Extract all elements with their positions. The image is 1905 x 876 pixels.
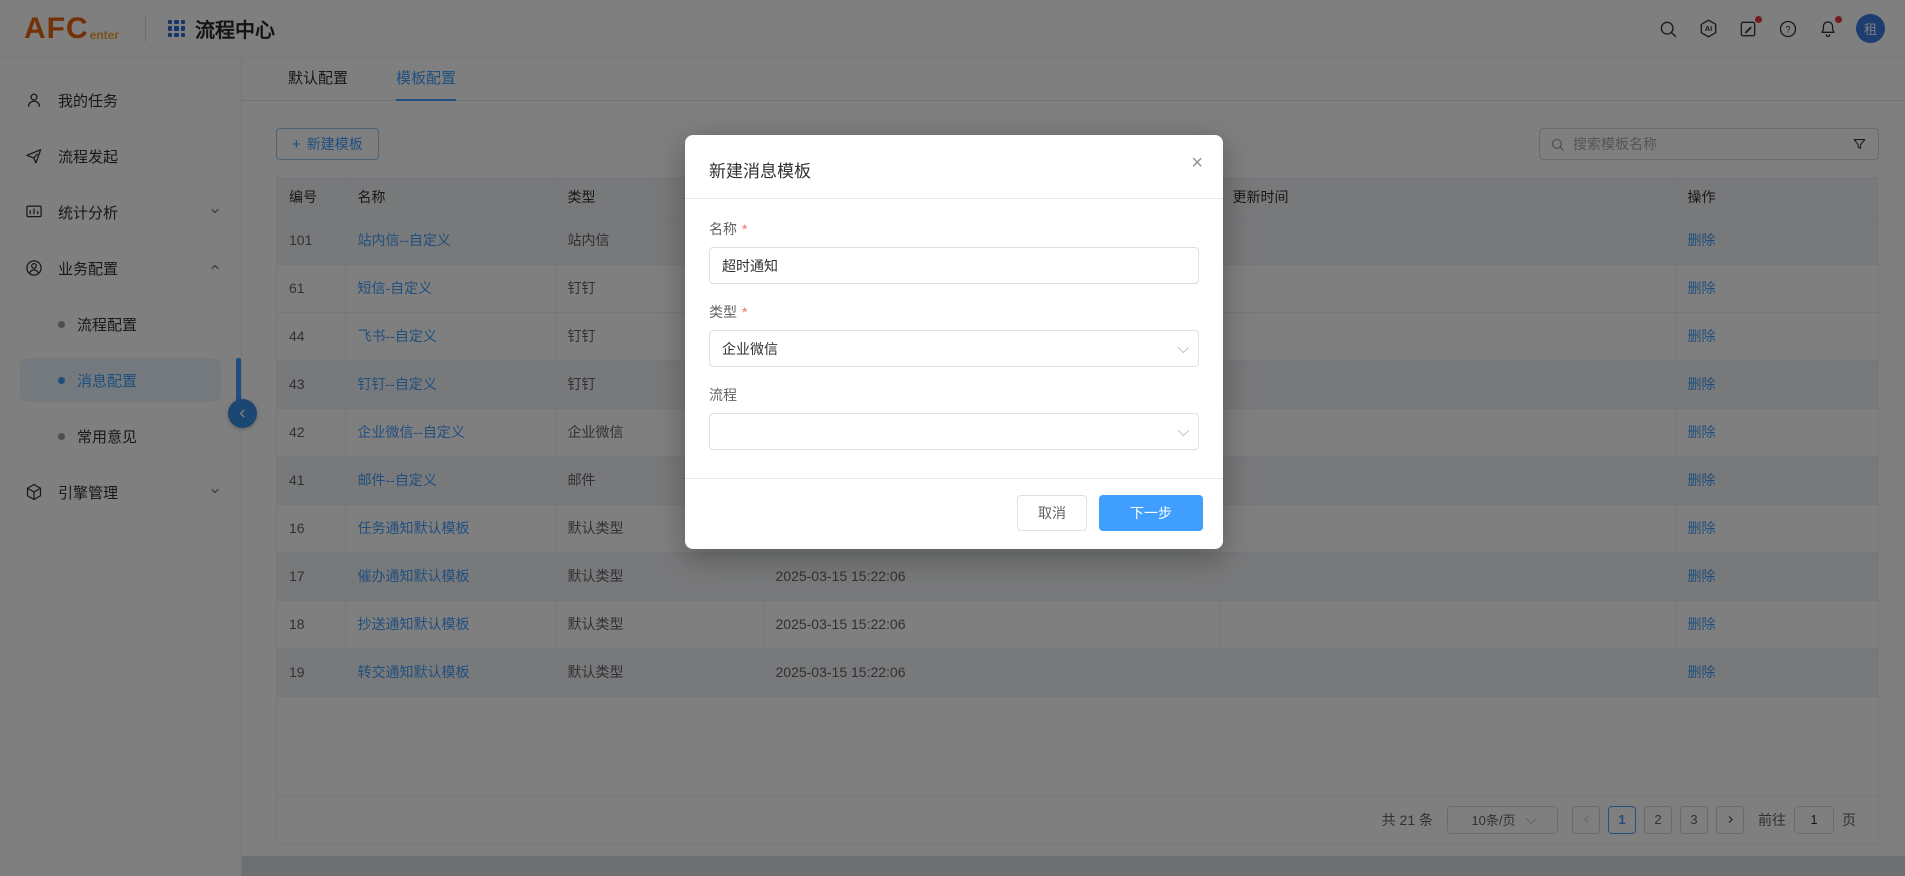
required-asterisk: * (742, 221, 748, 237)
name-field[interactable] (709, 247, 1199, 284)
chevron-down-icon (1177, 424, 1190, 436)
modal-title: 新建消息模板 (709, 162, 811, 181)
new-message-template-modal: 新建消息模板 × 名称 * 类型 * 企业微信 流程 取消 下一步 (685, 135, 1223, 549)
process-select[interactable] (709, 413, 1199, 450)
modal-body: 名称 * 类型 * 企业微信 流程 (685, 199, 1223, 478)
cancel-button[interactable]: 取消 (1017, 495, 1087, 531)
type-select[interactable]: 企业微信 (709, 330, 1199, 367)
modal-footer: 取消 下一步 (685, 478, 1223, 549)
chevron-down-icon (1177, 341, 1190, 353)
process-field-label: 流程 (709, 387, 737, 403)
required-asterisk: * (742, 304, 748, 320)
close-icon[interactable]: × (1191, 153, 1203, 173)
modal-header: 新建消息模板 × (685, 135, 1223, 199)
type-field-label: 类型 * (709, 304, 748, 320)
next-step-button[interactable]: 下一步 (1099, 495, 1203, 531)
name-field-label: 名称 * (709, 221, 748, 237)
